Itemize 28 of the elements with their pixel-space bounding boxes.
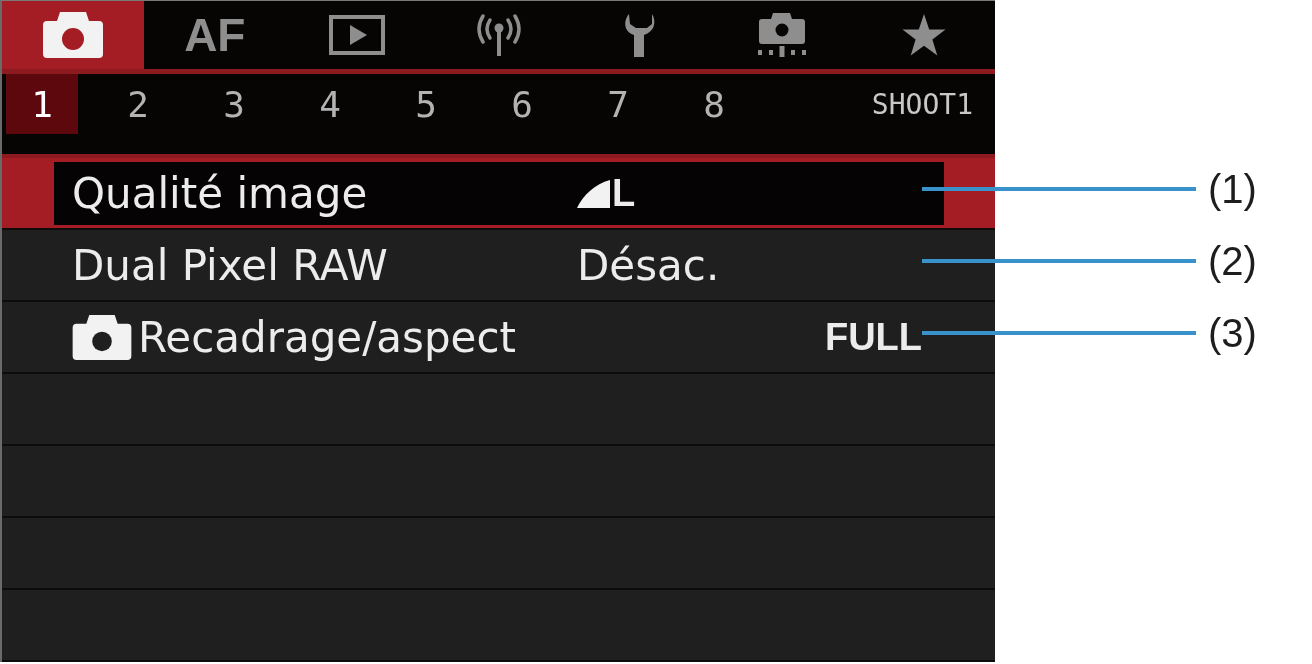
page-tab[interactable]: 7 — [582, 74, 654, 134]
menu-tab[interactable] — [2, 1, 144, 69]
callout-label: (2) — [1208, 241, 1257, 281]
camera-icon — [757, 13, 808, 57]
menu-tab[interactable]: AF — [143, 1, 286, 69]
menu-item[interactable]: Qualité image L — [2, 158, 995, 230]
play-icon — [328, 15, 385, 55]
camera-icon — [72, 315, 132, 360]
menu-item-value: Désac. — [577, 241, 720, 290]
menu-item-label: Recadrage/aspect — [138, 313, 516, 362]
page-tab[interactable]: 5 — [390, 74, 462, 134]
camera-icon — [42, 12, 103, 58]
callout-label: (3) — [1208, 313, 1257, 353]
page-tab[interactable]: 4 — [294, 74, 366, 134]
page-tab[interactable]: 1 — [6, 74, 78, 134]
callout-label: (1) — [1208, 169, 1257, 209]
menu-item[interactable]: Recadrage/aspect FULL — [2, 302, 995, 374]
menu-item-value: L — [612, 172, 636, 215]
menu-item-label: Qualité image — [72, 169, 369, 218]
page-tab[interactable]: 6 — [486, 74, 558, 134]
menu-item-label: Dual Pixel RAW — [72, 241, 389, 290]
page-name: SHOOT1 — [871, 86, 973, 123]
page-tab[interactable]: 2 — [102, 74, 174, 134]
star-icon — [902, 14, 947, 56]
menu-item-value: FULL — [824, 316, 922, 359]
page-tab[interactable]: 3 — [198, 74, 270, 134]
quality-icon — [577, 179, 610, 208]
page-tab[interactable]: 8 — [678, 74, 750, 134]
